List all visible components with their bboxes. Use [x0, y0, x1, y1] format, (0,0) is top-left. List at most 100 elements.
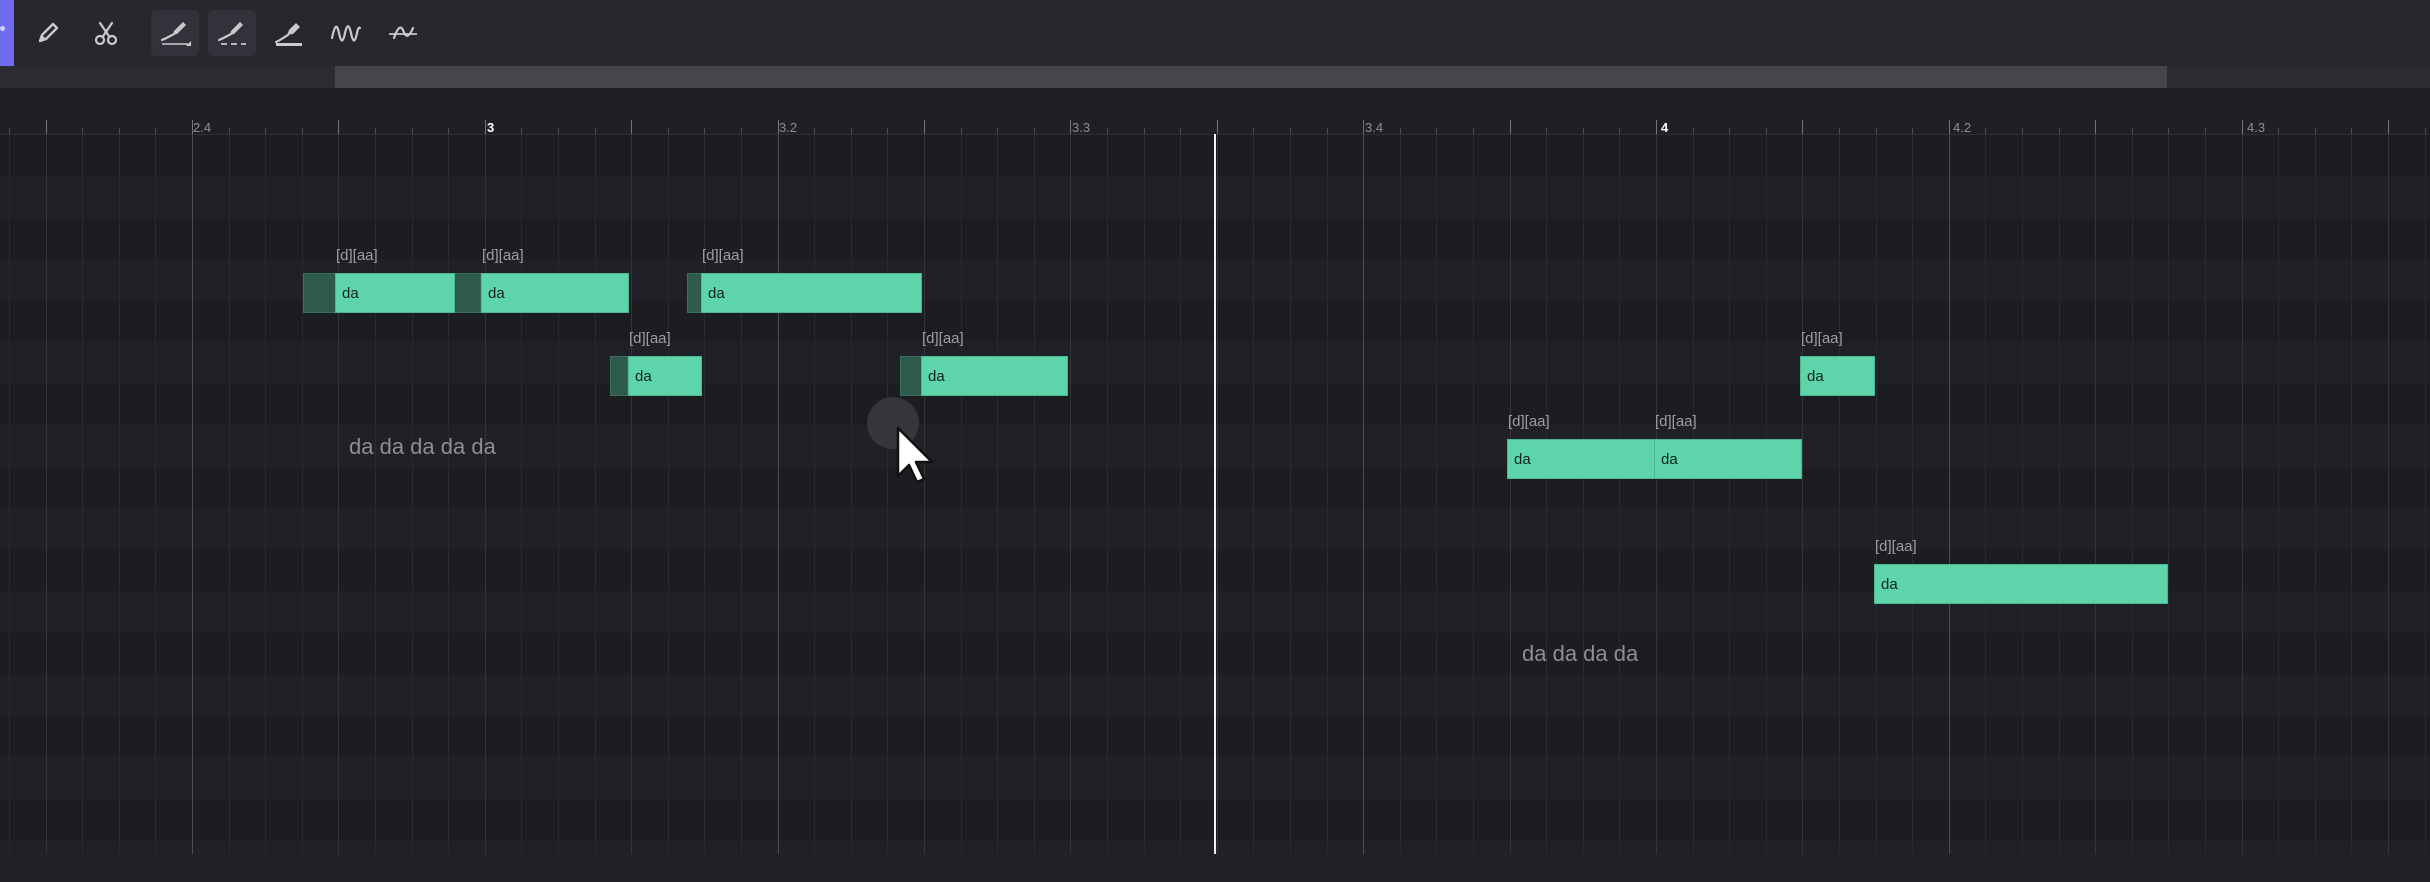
note-phoneme: [d][aa]: [482, 247, 524, 264]
ruler-tick: [1510, 120, 1511, 134]
ruler-tick: [1656, 120, 1657, 134]
grid-line: [229, 134, 230, 854]
ruler-label: 4.3: [2247, 120, 2266, 135]
ruler-label: 4.2: [1953, 120, 1972, 135]
grid-line: [1180, 134, 1181, 854]
ruler-label: 4: [1661, 120, 1669, 135]
note-phoneme: [d][aa]: [336, 247, 378, 264]
grid-line: [302, 134, 303, 854]
grid-line: [1583, 134, 1584, 854]
grid-line: [1510, 134, 1511, 854]
note[interactable]: [d][aa] da: [1507, 413, 1655, 479]
grid-line: [1729, 134, 1730, 854]
grid-line: [1912, 134, 1913, 854]
grid-line: [778, 134, 779, 854]
grid-line: [1766, 134, 1767, 854]
grid-line: [595, 134, 596, 854]
note-lyric: da: [928, 368, 945, 385]
grid-line: [1985, 134, 1986, 854]
grid-line: [2388, 134, 2389, 854]
ruler-tick: [1070, 120, 1071, 134]
grid-line: [1949, 134, 1950, 854]
horizontal-scrollbar[interactable]: [0, 66, 2430, 92]
pencil-tool[interactable]: [24, 10, 72, 56]
grid-line: [1400, 134, 1401, 854]
pitch-erase-tool[interactable]: [208, 10, 256, 56]
note-lyric: da: [708, 285, 725, 302]
grid-line: [741, 134, 742, 854]
cut-tool[interactable]: [82, 10, 130, 56]
grid-line: [1107, 134, 1108, 854]
note-lyric: da: [1514, 451, 1531, 468]
note-pad: [303, 273, 337, 313]
grid-line: [2132, 134, 2133, 854]
ruler-label: 2.4: [193, 120, 212, 135]
grid-line: [1034, 134, 1035, 854]
grid-line: [9, 134, 10, 854]
grid-line: [851, 134, 852, 854]
pitch-draw-tool[interactable]: [151, 10, 199, 56]
grid-line: [2315, 134, 2316, 854]
grid-line: [2425, 134, 2426, 854]
grid-line: [558, 134, 559, 854]
note[interactable]: [d][aa] da: [701, 247, 922, 313]
pencil-icon: [38, 22, 59, 43]
mouse-cursor-icon: [867, 397, 934, 484]
grid-line: [1436, 134, 1437, 854]
phrase-label: da da da da: [1522, 641, 1639, 666]
playhead[interactable]: [1214, 134, 1216, 854]
timeline-ruler[interactable]: 2.4 3 3.2 3.3 3.4 4 4.2 4.3: [0, 88, 2430, 135]
grid-line: [119, 134, 120, 854]
grid-line: [192, 134, 193, 854]
note[interactable]: [d][aa] da: [481, 247, 629, 313]
note-phoneme: [d][aa]: [922, 330, 964, 347]
note-phoneme: [d][aa]: [629, 330, 671, 347]
ruler-tick: [338, 120, 339, 134]
grid-line: [1217, 134, 1218, 854]
grid-line: [1656, 134, 1657, 854]
grid-line: [814, 134, 815, 854]
pitch-line-tool[interactable]: [265, 10, 313, 56]
note[interactable]: [d][aa] da: [335, 247, 455, 313]
phrase-label: da da da da da: [349, 434, 496, 459]
grid-line: [1619, 134, 1620, 854]
note-lyric: da: [1807, 368, 1824, 385]
ruler-tick: [1363, 120, 1364, 134]
grid-line: [704, 134, 705, 854]
grid-line: [2242, 134, 2243, 854]
grid-line: [375, 134, 376, 854]
grid-line: [2168, 134, 2169, 854]
note[interactable]: [d][aa] da: [1800, 330, 1875, 396]
note[interactable]: [d][aa] da: [921, 330, 1068, 396]
pitch-smooth-tool[interactable]: [379, 10, 427, 56]
ruler-label: 3.2: [779, 120, 798, 135]
toolbar: [0, 0, 2430, 67]
note-phoneme: [d][aa]: [1801, 330, 1843, 347]
ruler-tick: [1949, 120, 1950, 134]
note[interactable]: [d][aa] da: [1654, 413, 1802, 479]
note[interactable]: [d][aa] da: [1874, 538, 2168, 604]
note-phoneme: [d][aa]: [1508, 413, 1550, 430]
grid-line: [887, 134, 888, 854]
grid-line: [1473, 134, 1474, 854]
grid-line: [46, 134, 47, 854]
panel-accent-strip[interactable]: [0, 0, 14, 66]
grid-line: [2022, 134, 2023, 854]
grid-line: [1290, 134, 1291, 854]
accent-dot-icon: [0, 26, 5, 31]
note-lyric: da: [635, 368, 652, 385]
note-pad: [610, 356, 628, 396]
grid-line: [1363, 134, 1364, 854]
grid-line: [485, 134, 486, 854]
note[interactable]: [d][aa] da: [628, 330, 702, 396]
grid-line: [82, 134, 83, 854]
note-lyric: da: [342, 285, 359, 302]
grid-line: [668, 134, 669, 854]
grid-line: [2278, 134, 2279, 854]
note-lyric: da: [1881, 576, 1898, 593]
grid-line: [2095, 134, 2096, 854]
vibrato-tool[interactable]: [322, 10, 370, 56]
note-phoneme: [d][aa]: [1875, 538, 1917, 555]
pitch-draw-icon: [160, 22, 191, 46]
note-phoneme: [d][aa]: [702, 247, 744, 264]
